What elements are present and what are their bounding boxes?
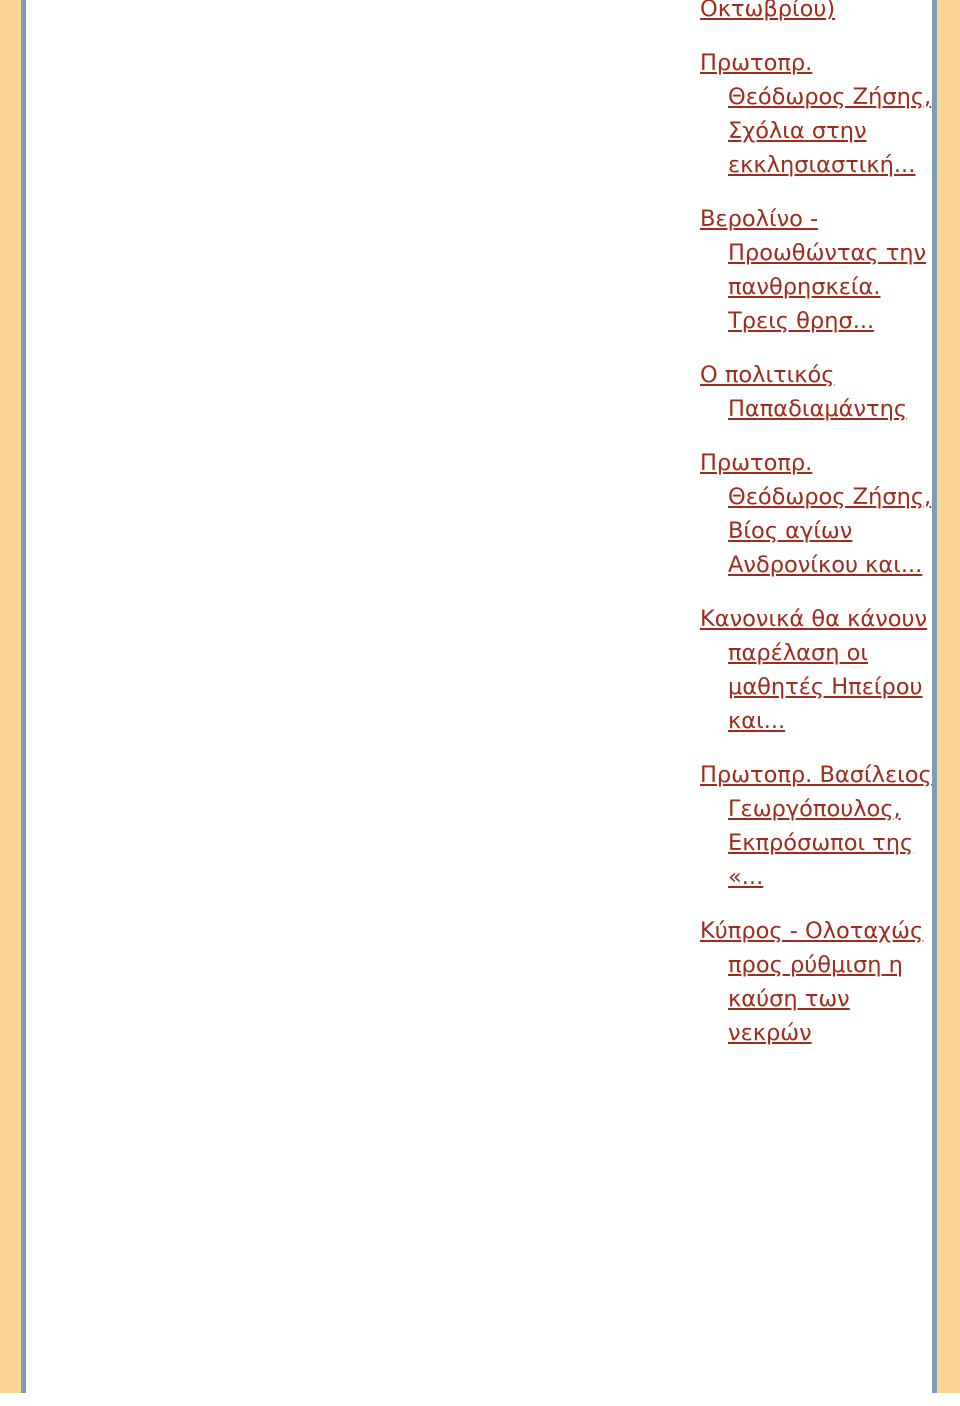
document-page: Οκτωβρίου) Πρωτοπρ. Θεόδωρος Ζήσης, Σχόλ… [0,0,960,1406]
list-item[interactable]: Βερολίνο - Προωθώντας την πανθρησκεία. Τ… [700,202,932,338]
list-item[interactable]: Κύπρος - Ολοταχώς προς ρύθμιση η καύση τ… [700,914,932,1050]
left-border-band [0,0,21,1393]
list-item[interactable]: Πρωτοπρ. Θεόδωρος Ζήσης, Σχόλια στην εκκ… [700,46,932,182]
list-item[interactable]: Πρωτοπρ. Θεόδωρος Ζήσης, Βίος αγίων Ανδρ… [700,446,932,582]
list-item[interactable]: Πρωτοπρ. Βασίλειος Γεωργόπουλος, Εκπρόσω… [700,758,932,894]
list-item[interactable]: Ο πολιτικός Παπαδιαμάντης [700,358,932,426]
list-item[interactable]: Κανονικά θα κάνουν παρέλαση οι μαθητές Η… [700,602,932,738]
related-articles-list: Οκτωβρίου) Πρωτοπρ. Θεόδωρος Ζήσης, Σχόλ… [700,0,932,1050]
left-border-rule [21,0,26,1393]
right-border-rule [932,0,937,1393]
right-border-band [937,0,960,1393]
list-item[interactable]: Οκτωβρίου) [700,0,932,26]
